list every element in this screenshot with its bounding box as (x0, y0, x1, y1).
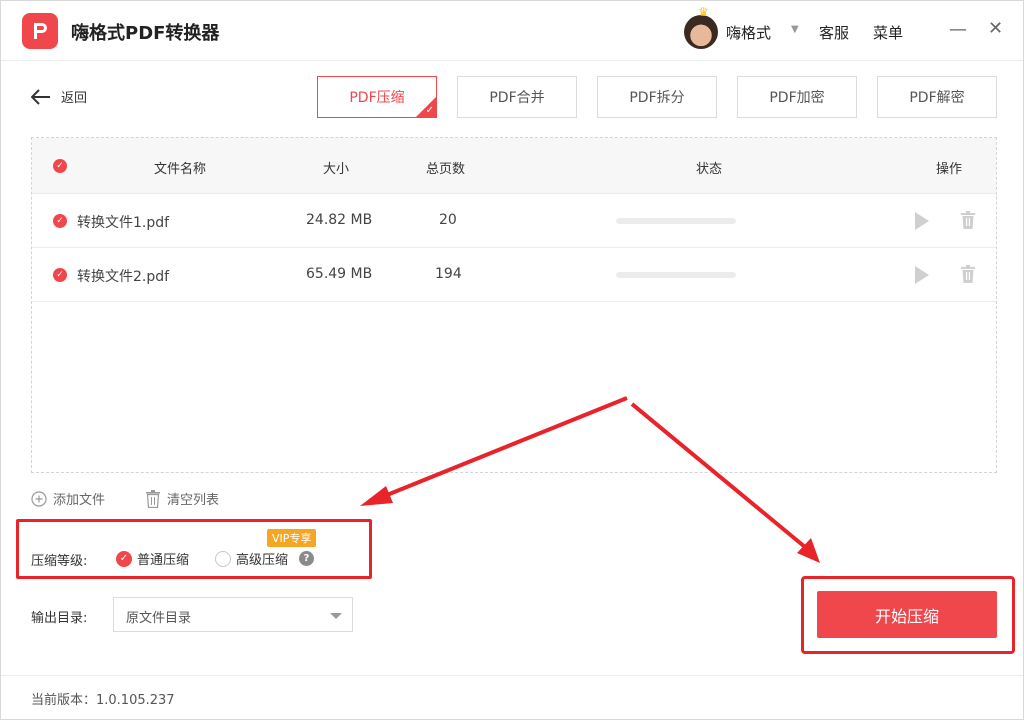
select-all-checkbox[interactable]: ✓ (53, 159, 67, 173)
file-name: 转换文件2.pdf (77, 269, 170, 285)
file-size: 24.82 MB (306, 212, 373, 228)
app-logo-icon (22, 13, 58, 49)
title-bar: 嗨格式PDF转换器 ♛ 嗨格式 ▼ 客服 菜单 — ✕ (1, 1, 1023, 61)
chevron-down-icon (330, 613, 342, 619)
menu-button[interactable]: 菜单 (873, 22, 903, 43)
row-checkbox[interactable]: ✓ (53, 214, 67, 228)
back-button[interactable]: 返回 (31, 87, 87, 106)
header-status: 状态 (696, 162, 723, 177)
row-checkbox[interactable]: ✓ (53, 268, 67, 282)
check-icon: ✓ (425, 105, 434, 116)
header-name: 文件名称 (154, 162, 207, 177)
file-table: ✓ 文件名称 大小 总页数 状态 操作 ✓ 转换文件1.pdf 24.82 MB… (31, 137, 997, 473)
trash-icon[interactable] (960, 211, 976, 229)
close-icon[interactable]: ✕ (988, 18, 1003, 39)
header-pages: 总页数 (426, 162, 466, 177)
add-file-button[interactable]: 添加文件 (31, 489, 105, 508)
compression-level-label: 压缩等级: (31, 554, 88, 569)
start-compress-button[interactable]: 开始压缩 (817, 591, 997, 638)
username[interactable]: 嗨格式 (726, 22, 771, 43)
plus-circle-icon (31, 490, 47, 507)
table-header: ✓ 文件名称 大小 总页数 状态 操作 (32, 138, 996, 194)
tab-label: PDF解密 (909, 90, 965, 106)
normal-compress-radio[interactable]: ✓ 普通压缩 (116, 549, 189, 568)
avatar[interactable] (684, 15, 718, 49)
progress-bar (616, 272, 736, 278)
table-row: ✓ 转换文件2.pdf 65.49 MB 194 (32, 248, 996, 302)
high-compress-radio[interactable]: 高级压缩 (215, 549, 288, 568)
version-text: 当前版本：1.0.105.237 (31, 693, 175, 708)
app-window: 嗨格式PDF转换器 ♛ 嗨格式 ▼ 客服 菜单 — ✕ 返回 PDF压缩 ✓ P… (0, 0, 1024, 720)
clear-list-button[interactable]: 清空列表 (145, 489, 219, 508)
tab-label: PDF合并 (489, 90, 545, 106)
output-dir-select[interactable]: 原文件目录 (113, 597, 353, 632)
tab-pdf-encrypt[interactable]: PDF加密 (737, 76, 857, 118)
file-name: 转换文件1.pdf (77, 215, 170, 231)
normal-compress-label: 普通压缩 (137, 553, 190, 568)
file-size: 65.49 MB (306, 266, 373, 282)
arrow-left-icon (31, 88, 50, 105)
tab-label: PDF拆分 (629, 90, 685, 106)
clear-list-label: 清空列表 (167, 493, 220, 508)
add-file-label: 添加文件 (53, 493, 106, 508)
tab-pdf-merge[interactable]: PDF合并 (457, 76, 577, 118)
high-compress-label: 高级压缩 (236, 553, 289, 568)
radio-unchecked-icon (215, 550, 231, 567)
output-dir-value: 原文件目录 (126, 611, 192, 626)
play-icon[interactable] (915, 212, 929, 230)
file-pages: 20 (439, 212, 457, 228)
radio-checked-icon: ✓ (116, 550, 132, 567)
minimize-icon[interactable]: — (949, 19, 967, 40)
tab-label: PDF压缩 (349, 90, 405, 106)
status-bar: 当前版本：1.0.105.237 (1, 675, 1023, 719)
play-icon[interactable] (915, 266, 929, 284)
output-dir-label: 输出目录: (31, 611, 88, 626)
progress-bar (616, 218, 736, 224)
trash-icon[interactable] (960, 265, 976, 283)
file-pages: 194 (435, 266, 462, 282)
tab-pdf-split[interactable]: PDF拆分 (597, 76, 717, 118)
trash-icon (146, 489, 160, 508)
compression-highlight (16, 519, 372, 579)
help-icon[interactable]: ? (299, 551, 314, 566)
tab-label: PDF加密 (769, 90, 825, 106)
crown-icon: ♛ (698, 5, 709, 19)
back-label: 返回 (61, 91, 88, 106)
chevron-down-icon[interactable]: ▼ (791, 24, 799, 35)
tab-pdf-decrypt[interactable]: PDF解密 (877, 76, 997, 118)
customer-service-button[interactable]: 客服 (819, 22, 849, 43)
table-row: ✓ 转换文件1.pdf 24.82 MB 20 (32, 194, 996, 248)
tab-pdf-compress[interactable]: PDF压缩 ✓ (317, 76, 437, 118)
app-title: 嗨格式PDF转换器 (71, 23, 220, 44)
header-size: 大小 (323, 162, 350, 177)
header-action: 操作 (936, 162, 963, 177)
vip-badge: VIP专享 (267, 529, 317, 547)
